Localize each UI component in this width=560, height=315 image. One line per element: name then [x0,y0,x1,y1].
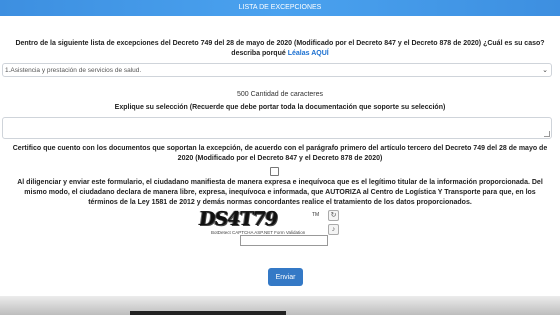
read-exceptions-link[interactable]: Léalas AQUÍ [288,50,329,57]
footer-bar [130,311,286,315]
refresh-icon[interactable]: ↻ [328,210,339,221]
authorize-line-2: mismo modo, el ciudadano declara de mane… [24,189,536,196]
captcha-input[interactable] [240,235,328,246]
captcha-trademark: TM [312,212,320,218]
header-title: LISTA DE EXCEPCIONES [238,4,322,11]
explain-label: Explique su selección (Recuerde que debe… [114,104,446,111]
question-line-2: describa porqué Léalas AQUÍ [0,49,560,59]
authorize-line-3: términos de la Ley 1581 de 2012 y demás … [88,199,472,206]
certify-checkbox[interactable] [270,167,279,176]
submit-button[interactable]: Enviar [268,268,303,286]
certify-line-1: Certifico que cuento con los documentos … [12,145,548,152]
certify-text: Certifico que cuento con los documentos … [0,144,560,164]
explain-textarea[interactable] [2,117,552,139]
captcha-image: DS4T79 [197,208,309,231]
authorization-text: Al diligenciar y enviar este formulario,… [6,178,554,208]
page-header: LISTA DE EXCEPCIONES [0,0,560,16]
question-prefix: describa porqué [231,50,286,57]
certify-line-2: 2020 (Modificado por el Decreto 847 y el… [177,155,383,162]
exception-question: Dentro de la siguiente lista de excepcio… [0,39,560,59]
question-line-1: Dentro de la siguiente lista de excepcio… [15,40,545,47]
resize-grip-icon[interactable] [544,131,550,137]
exception-select-value: 1.Asistencia y prestación de servicios d… [5,67,142,74]
captcha-code: DS4T79 [197,208,279,230]
character-count: 500 Cantidad de caracteres [237,91,323,98]
exception-select[interactable]: 1.Asistencia y prestación de servicios d… [2,63,552,77]
authorize-line-1: Al diligenciar y enviar este formulario,… [17,179,543,186]
chevron-down-icon: ⌄ [542,67,548,74]
sound-icon[interactable]: ♪ [328,224,339,235]
